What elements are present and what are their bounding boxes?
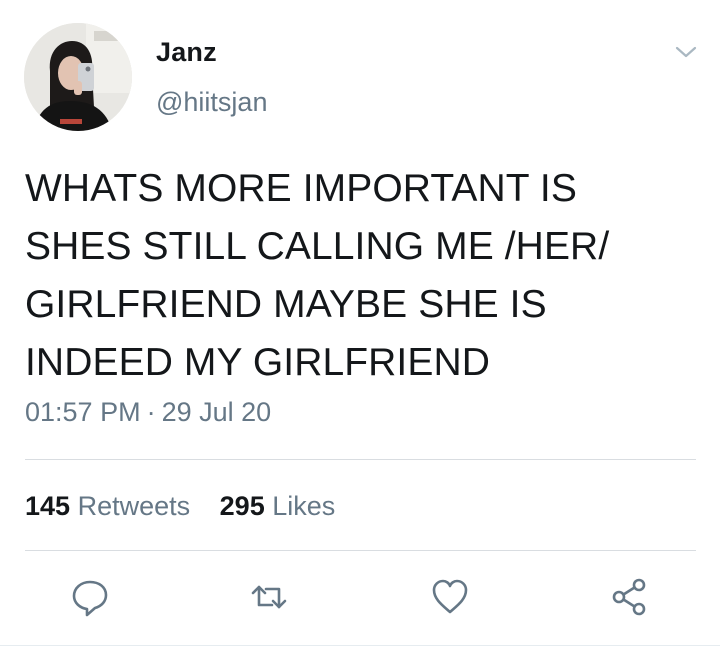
avatar-photo (24, 23, 132, 131)
heart-icon[interactable] (428, 575, 472, 619)
divider (0, 645, 720, 646)
retweets-count: 145 (25, 491, 71, 521)
likes-count: 295 (219, 491, 265, 521)
chevron-down-icon[interactable] (670, 40, 702, 64)
display-name[interactable]: Janz (156, 36, 217, 68)
action-bar (0, 575, 720, 623)
retweets-label: Retweets (77, 491, 191, 521)
tweet-timestamp[interactable]: 01:57 PM · 29 Jul 20 (25, 396, 271, 428)
user-handle[interactable]: @hiitsjan (156, 86, 267, 118)
tweet-stats: 145 Retweets 295 Likes (25, 490, 357, 522)
tweet-detail: Janz @hiitsjan WHATS MORE IMPORTANT IS S… (0, 0, 720, 658)
tweet-text: WHATS MORE IMPORTANT IS SHES STILL CALLI… (25, 167, 610, 384)
divider (25, 550, 696, 551)
share-icon[interactable] (608, 575, 652, 619)
retweet-icon[interactable] (247, 575, 291, 619)
likes-stat[interactable]: 295 Likes (220, 491, 336, 521)
avatar[interactable] (24, 23, 132, 131)
divider (25, 459, 696, 460)
retweets-stat[interactable]: 145 Retweets (25, 491, 190, 521)
tweet-date: 29 Jul 20 (161, 397, 272, 427)
meta-separator: · (146, 397, 156, 427)
tweet-time: 01:57 PM (25, 397, 141, 427)
likes-label: Likes (272, 491, 336, 521)
reply-icon[interactable] (68, 575, 112, 619)
